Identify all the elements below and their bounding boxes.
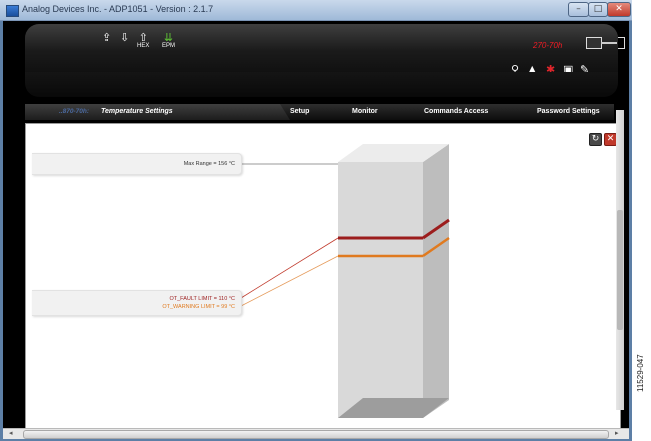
tab-commands-access[interactable]: Commands Access: [424, 108, 488, 115]
connection-port-icon: [618, 37, 625, 49]
nav-prefix-label: ..870-70h:: [59, 108, 89, 115]
title-bar: Analog Devices Inc. - ADP1051 - Version …: [0, 0, 632, 21]
download-icon[interactable]: ⇩: [120, 32, 129, 43]
temperature-settings-panel: ↻ ✕ Max Range = 156 °C OT_FAULT LIMIT = …: [25, 123, 621, 437]
application-window: Analog Devices Inc. - ADP1051 - Version …: [0, 0, 632, 441]
connection-cable-icon: [601, 42, 617, 44]
maximize-button[interactable]: □: [588, 2, 608, 17]
max-range-tag: Max Range = 156 °C: [32, 153, 242, 175]
warning-leader-line: [240, 255, 339, 307]
fault-leader-line: [240, 237, 339, 299]
app-icon: [6, 5, 19, 17]
ot-warning-limit-label[interactable]: OT_WARNING LIMIT = 99 °C: [162, 304, 235, 310]
scroll-right-icon[interactable]: ▸: [615, 429, 619, 437]
horizontal-scrollbar[interactable]: ◂ ▸: [3, 428, 629, 439]
tab-monitor[interactable]: Monitor: [352, 108, 378, 115]
hex-icon[interactable]: ⇧ HEX: [137, 32, 149, 50]
limits-tag: OT_FAULT LIMIT = 110 °C OT_WARNING LIMIT…: [32, 290, 242, 316]
tab-temperature-settings[interactable]: Temperature Settings: [101, 108, 173, 115]
scroll-left-icon[interactable]: ◂: [9, 429, 13, 437]
tab-setup[interactable]: Setup: [290, 108, 309, 115]
vertical-scroll-thumb[interactable]: [617, 210, 623, 330]
navigation-bar: ..870-70h: Temperature Settings Setup Mo…: [25, 104, 614, 120]
header-bottom-bar: [25, 72, 618, 97]
close-window-button[interactable]: ✕: [607, 2, 631, 17]
eprom-icon[interactable]: ⇊ EPM: [162, 32, 175, 50]
upload-icon[interactable]: ⇪: [102, 32, 111, 43]
window-title: Analog Devices Inc. - ADP1051 - Version …: [22, 4, 214, 14]
minimize-button[interactable]: –: [568, 2, 589, 17]
connection-device-icon: [586, 37, 602, 49]
column-front-face: [338, 162, 423, 418]
horizontal-scroll-thumb[interactable]: [23, 430, 609, 439]
vertical-scrollbar[interactable]: [616, 110, 624, 410]
header-toolbar: ⇪ ⇩ ⇧ HEX ⇊ EPM 270-70h ⚲ ▲ ✱ ▣ ✎: [25, 24, 625, 76]
max-range-label: Max Range = 156 °C: [183, 161, 235, 167]
tab-password-settings[interactable]: Password Settings: [537, 108, 600, 115]
figure-id: 11529-047: [636, 354, 645, 392]
column-side-face: [423, 144, 449, 418]
app-frame: ⇪ ⇩ ⇧ HEX ⇊ EPM 270-70h ⚲ ▲ ✱ ▣ ✎ ..870-…: [3, 21, 629, 437]
ot-fault-limit-label[interactable]: OT_FAULT LIMIT = 110 °C: [169, 296, 235, 302]
device-address-label: 270-70h: [533, 41, 563, 50]
